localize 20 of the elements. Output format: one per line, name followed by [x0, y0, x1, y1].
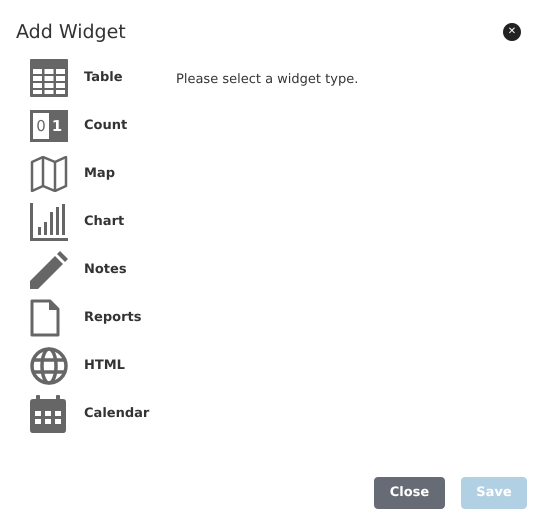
- widget-type-link[interactable]: Table: [84, 68, 123, 88]
- close-icon[interactable]: ✕: [503, 23, 521, 41]
- widget-type-link[interactable]: Reports: [84, 308, 142, 328]
- widget-type-link[interactable]: HTML: [84, 356, 125, 376]
- widget-type-link[interactable]: Notes: [84, 260, 127, 280]
- chart-icon: [30, 203, 68, 241]
- dialog-title: Add Widget: [16, 20, 126, 44]
- map-icon: [30, 156, 68, 192]
- widget-type-link[interactable]: Chart: [84, 212, 124, 232]
- counter-icon: 0 1: [30, 110, 68, 142]
- globe-icon: [30, 347, 68, 385]
- close-button[interactable]: Close: [374, 477, 445, 509]
- widget-type-link[interactable]: Calendar: [84, 404, 150, 424]
- pencil-icon: [30, 251, 68, 289]
- widget-type-link[interactable]: Count: [84, 116, 128, 136]
- message-text: Please select a widget type.: [176, 71, 358, 89]
- document-icon: [30, 299, 60, 337]
- calendar-icon: [30, 395, 66, 433]
- table-icon: [30, 59, 68, 97]
- widget-type-link[interactable]: Map: [84, 164, 116, 184]
